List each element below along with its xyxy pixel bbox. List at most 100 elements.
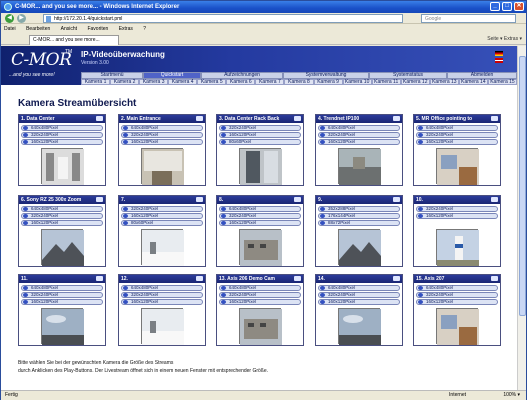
flag-de-icon[interactable] [495, 51, 503, 56]
stream-button[interactable]: 80x60Pixel [219, 139, 301, 145]
stream-button[interactable]: 320x240Pixel [121, 132, 203, 138]
camera-nav-item-15[interactable]: Kamera 15 [487, 79, 517, 85]
stream-button[interactable]: 320x240Pixel [416, 132, 498, 138]
stream-button[interactable]: 160x120Pixel [21, 139, 103, 145]
camera-nav-item-14[interactable]: Kamera 14 [458, 79, 488, 85]
camera-thumbnail[interactable] [239, 229, 282, 266]
camera-nav-item-7[interactable]: Kamera 7 [255, 79, 285, 85]
forward-button[interactable]: ▶ [17, 14, 26, 23]
stream-button[interactable]: 320x240Pixel [21, 213, 103, 219]
zoom-level[interactable]: 100% ▾ [503, 391, 520, 400]
camera-nav-item-8[interactable]: Kamera 8 [284, 79, 314, 85]
camera-nav-item-2[interactable]: Kamera 2 [110, 79, 140, 85]
camera-nav-item-6[interactable]: Kamera 6 [226, 79, 256, 85]
stream-button[interactable]: 320x240Pixel [121, 292, 203, 298]
stream-button[interactable]: 160x120Pixel [318, 299, 400, 305]
stream-button[interactable]: 640x480Pixel [21, 206, 103, 212]
menu-help[interactable]: ? [143, 26, 146, 32]
stream-button[interactable]: 176x144Pixel [318, 213, 400, 219]
stream-button[interactable]: 160x120Pixel [318, 139, 400, 145]
camera-nav-item-12[interactable]: Kamera 12 [400, 79, 430, 85]
camera-thumbnail[interactable] [41, 308, 84, 345]
camera-thumbnail[interactable] [239, 308, 282, 345]
vertical-scrollbar[interactable] [517, 46, 526, 390]
stream-button[interactable]: 320x240Pixel [219, 292, 301, 298]
camera-thumbnail[interactable] [239, 148, 282, 185]
stream-button[interactable]: 640x480Pixel [219, 285, 301, 291]
search-input[interactable]: Google [421, 14, 516, 23]
stream-button[interactable]: 640x480Pixel [219, 206, 301, 212]
stream-button[interactable]: 640x480Pixel [416, 125, 498, 131]
nav-5[interactable]: Abmelden [447, 72, 517, 79]
maximize-button[interactable]: □ [502, 2, 512, 11]
stream-button[interactable]: 160x120Pixel [121, 213, 203, 219]
nav-2[interactable]: Aufzeichnungen [201, 72, 283, 79]
minimize-button[interactable]: _ [490, 2, 500, 11]
camera-thumbnail[interactable] [436, 229, 479, 266]
camera-thumbnail[interactable] [141, 148, 184, 185]
nav-4[interactable]: Systemstatus [369, 72, 447, 79]
nav-1[interactable]: Quickstart [143, 72, 201, 79]
stream-button[interactable]: 640x480Pixel [21, 125, 103, 131]
tab-tools[interactable]: Seite ▾ Extras ▾ [487, 35, 522, 44]
camera-thumbnail[interactable] [41, 229, 84, 266]
stream-button[interactable]: 320x240Pixel [121, 206, 203, 212]
stream-button[interactable]: 640x480Pixel [416, 285, 498, 291]
stream-button[interactable]: 160x120Pixel [219, 132, 301, 138]
menu-edit[interactable]: Bearbeiten [26, 26, 50, 32]
stream-button[interactable]: 320x240Pixel [21, 292, 103, 298]
stream-button[interactable]: 160x120Pixel [219, 299, 301, 305]
camera-thumbnail[interactable] [338, 308, 381, 345]
stream-button[interactable]: 320x240Pixel [219, 213, 301, 219]
stream-button[interactable]: 160x120Pixel [121, 299, 203, 305]
camera-thumbnail[interactable] [41, 148, 84, 185]
nav-0[interactable]: Startmenü [81, 72, 143, 79]
camera-nav-item-4[interactable]: Kamera 4 [168, 79, 198, 85]
nav-3[interactable]: Systemverwaltung [283, 72, 369, 79]
camera-thumbnail[interactable] [141, 308, 184, 345]
camera-nav-item-9[interactable]: Kamera 9 [313, 79, 343, 85]
close-button[interactable]: ✕ [514, 2, 524, 11]
stream-button[interactable]: 640x480Pixel [121, 285, 203, 291]
menu-view[interactable]: Ansicht [61, 26, 77, 32]
menu-tools[interactable]: Extras [119, 26, 133, 32]
menu-favorites[interactable]: Favoriten [87, 26, 108, 32]
flag-en-icon[interactable] [495, 58, 503, 63]
camera-nav-item-13[interactable]: Kamera 13 [429, 79, 459, 85]
back-button[interactable]: ◀ [5, 14, 14, 23]
stream-button[interactable]: 160x120Pixel [121, 139, 203, 145]
camera-thumbnail[interactable] [338, 229, 381, 266]
stream-button[interactable]: 320x240Pixel [318, 292, 400, 298]
stream-button[interactable]: 160x120Pixel [21, 220, 103, 226]
camera-thumbnail[interactable] [141, 229, 184, 266]
camera-nav-item-10[interactable]: Kamera 10 [342, 79, 372, 85]
stream-button[interactable]: 80x60Pixel [121, 220, 203, 226]
stream-button[interactable]: 640x480Pixel [318, 125, 400, 131]
menu-file[interactable]: Datei [4, 26, 16, 32]
stream-button[interactable]: 160x120Pixel [416, 213, 498, 219]
camera-nav-item-5[interactable]: Kamera 5 [197, 79, 227, 85]
scrollbar-thumb[interactable] [519, 56, 526, 316]
camera-nav-item-3[interactable]: Kamera 3 [139, 79, 169, 85]
stream-button[interactable]: 160x120Pixel [416, 139, 498, 145]
stream-button[interactable]: 640x480Pixel [21, 285, 103, 291]
stream-button[interactable]: 352x288Pixel [318, 206, 400, 212]
camera-thumbnail[interactable] [436, 308, 479, 345]
stream-button[interactable]: 160x120Pixel [219, 220, 301, 226]
camera-nav-item-11[interactable]: Kamera 11 [371, 79, 401, 85]
stream-button[interactable]: 320x240Pixel [21, 132, 103, 138]
stream-button[interactable]: 640x480Pixel [121, 125, 203, 131]
tab-active[interactable]: C-MOR... and you see more... [29, 35, 119, 45]
stream-button[interactable]: 320x240Pixel [416, 206, 498, 212]
stream-button[interactable]: 88x72Pixel [318, 220, 400, 226]
address-bar[interactable]: http://172.20.1.4/quickstart.pml [43, 14, 403, 23]
camera-thumbnail[interactable] [338, 148, 381, 185]
stream-button[interactable]: 160x120Pixel [21, 299, 103, 305]
stream-button[interactable]: 160x120Pixel [416, 299, 498, 305]
camera-nav-item-1[interactable]: Kamera 1 [81, 79, 111, 85]
stream-button[interactable]: 320x240Pixel [318, 132, 400, 138]
stream-button[interactable]: 320x240Pixel [219, 125, 301, 131]
camera-thumbnail[interactable] [436, 148, 479, 185]
stream-button[interactable]: 320x240Pixel [416, 292, 498, 298]
stream-button[interactable]: 640x480Pixel [318, 285, 400, 291]
